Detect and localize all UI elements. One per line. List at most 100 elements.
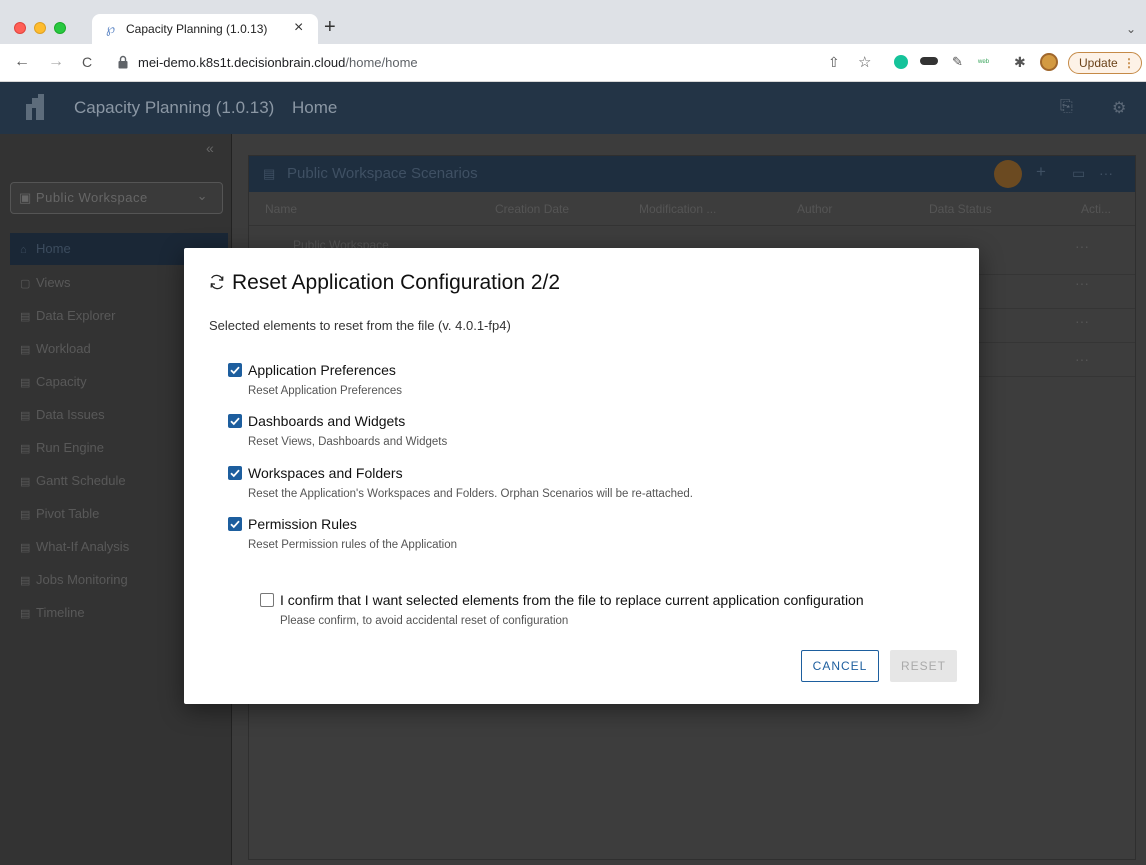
share-icon[interactable]: ⇧: [828, 54, 840, 71]
option-description: Reset Views, Dashboards and Widgets: [248, 436, 448, 448]
pen-extension-icon[interactable]: ✎: [952, 54, 963, 70]
app-title[interactable]: Capacity Planning (1.0.13): [74, 98, 274, 118]
column-header[interactable]: Modification ...: [639, 202, 716, 216]
browser-tab-active[interactable]: ℘ Capacity Planning (1.0.13) ×: [92, 14, 318, 44]
url-path: /home/home: [345, 55, 418, 70]
update-label: Update: [1079, 56, 1118, 70]
puzzle-extensions-icon[interactable]: ✱: [1014, 54, 1026, 71]
column-header[interactable]: Data Status: [929, 202, 992, 216]
column-header[interactable]: Author: [797, 202, 832, 216]
option-label[interactable]: Application Preferences: [248, 362, 396, 378]
option-description: Reset Permission rules of the Applicatio…: [248, 539, 458, 551]
browser-menu-icon: ⋮: [1123, 56, 1135, 70]
browser-tab-bar: ℘ Capacity Planning (1.0.13) × + ⌄: [0, 0, 1146, 44]
view-icon: ▤: [20, 476, 31, 488]
import-scenario-button[interactable]: [994, 160, 1022, 188]
checkbox-workspaces-and-folders[interactable]: [228, 466, 242, 480]
option-description: Reset Application Preferences: [248, 385, 403, 397]
tab-close-icon[interactable]: ×: [294, 19, 303, 37]
workspace-select[interactable]: ▣ Public Workspace ⌄: [10, 182, 223, 214]
incognito-extension-icon[interactable]: [920, 57, 938, 65]
confirm-description: Please confirm, to avoid accidental rese…: [280, 615, 569, 627]
update-button[interactable]: Update ⋮: [1068, 52, 1142, 74]
sidebar-item-label: Timeline: [36, 605, 85, 620]
sidebar-item-label: What-If Analysis: [36, 539, 130, 554]
row-actions-icon[interactable]: ···: [1075, 238, 1089, 254]
sidebar-item-label: Run Engine: [36, 440, 104, 455]
table-header: Name Creation Date Modification ... Auth…: [249, 192, 1135, 226]
row-actions-icon[interactable]: ···: [1075, 313, 1089, 329]
column-header[interactable]: Name: [265, 202, 297, 216]
panel-title: Public Workspace Scenarios: [287, 165, 478, 182]
sidebar-item-label: Capacity: [36, 374, 87, 389]
database-icon: ▤: [263, 166, 276, 181]
back-button[interactable]: ←: [14, 53, 30, 71]
view-icon: ▤: [20, 542, 31, 554]
browser-tab-title: Capacity Planning (1.0.13): [126, 22, 268, 36]
clipboard-icon[interactable]: ⎘: [1060, 98, 1073, 116]
views-icon: ▢: [20, 278, 31, 290]
option-label[interactable]: Workspaces and Folders: [248, 465, 403, 481]
tab-search-chevron-icon[interactable]: ⌄: [1126, 22, 1136, 36]
sidebar-item-label: Home: [36, 241, 71, 256]
settings-gear-icon[interactable]: ⚙: [1112, 98, 1126, 118]
sidebar-item-label: Data Issues: [36, 407, 105, 422]
dialog-title: Reset Application Configuration 2/2: [232, 271, 561, 294]
reset-button[interactable]: RESET: [890, 650, 957, 682]
new-tab-button[interactable]: +: [324, 17, 336, 37]
view-icon: ▤: [20, 377, 31, 389]
url-text: mei-demo.k8s1t.decisionbrain.cloud/home/…: [138, 55, 418, 70]
view-icon: ▤: [20, 410, 31, 422]
more-options-icon[interactable]: ···: [1099, 165, 1113, 181]
checkbox-application-preferences[interactable]: [228, 363, 242, 377]
option-label[interactable]: Dashboards and Widgets: [248, 413, 405, 429]
grammarly-extension-icon[interactable]: [894, 55, 908, 69]
home-icon: ⌂: [20, 244, 27, 256]
workspace-select-label: Public Workspace: [35, 190, 148, 205]
folder-icon[interactable]: ▭: [1072, 165, 1085, 182]
sidebar-item-label: Workload: [36, 341, 91, 356]
window-zoom-button[interactable]: [54, 22, 66, 34]
sidebar-item-label: Views: [36, 275, 71, 290]
app-header: Capacity Planning (1.0.13) Home ⎘ ⚙: [0, 82, 1146, 134]
column-header[interactable]: Acti...: [1081, 202, 1111, 216]
checkbox-dashboards-and-widgets[interactable]: [228, 414, 242, 428]
chevron-down-icon: ⌄: [196, 188, 208, 203]
option-description: Reset the Application's Workspaces and F…: [248, 488, 693, 500]
app-favicon-icon: ℘: [106, 21, 116, 36]
column-header[interactable]: Creation Date: [495, 202, 569, 216]
view-icon: ▤: [20, 608, 31, 620]
window-minimize-button[interactable]: [34, 22, 46, 34]
lock-icon: [118, 55, 128, 69]
row-actions-icon[interactable]: ···: [1075, 275, 1089, 291]
panel-header: ▤ Public Workspace Scenarios + ▭ ···: [249, 156, 1135, 192]
cancel-button[interactable]: CANCEL: [801, 650, 879, 682]
web-extension-icon[interactable]: ʷᵉᵇ: [978, 57, 989, 67]
app-logo-icon: [26, 94, 44, 120]
sidebar-item-label: Data Explorer: [36, 308, 116, 323]
address-bar[interactable]: mei-demo.k8s1t.decisionbrain.cloud/home/…: [108, 51, 884, 75]
row-actions-icon[interactable]: ···: [1075, 351, 1089, 367]
checkbox-permission-rules[interactable]: [228, 517, 242, 531]
collapse-sidebar-icon[interactable]: «: [206, 140, 214, 156]
confirm-checkbox[interactable]: [260, 593, 274, 607]
view-icon: ▤: [20, 344, 31, 356]
app-page-title: Home: [292, 98, 338, 117]
reset-config-dialog: Reset Application Configuration 2/2 Sele…: [184, 248, 979, 704]
profile-avatar[interactable]: [1040, 53, 1058, 71]
dialog-subtitle: Selected elements to reset from the file…: [209, 318, 511, 333]
view-icon: ▤: [20, 509, 31, 521]
reload-button[interactable]: C: [82, 54, 92, 70]
sidebar-item-label: Pivot Table: [36, 506, 100, 521]
confirm-label[interactable]: I confirm that I want selected elements …: [280, 592, 864, 608]
window-close-button[interactable]: [14, 22, 26, 34]
forward-button[interactable]: →: [48, 53, 64, 71]
view-icon: ▤: [20, 311, 31, 323]
add-icon[interactable]: +: [1036, 162, 1046, 182]
refresh-icon: [210, 274, 224, 290]
sidebar-item-label: Jobs Monitoring: [36, 572, 128, 587]
bookmark-star-icon[interactable]: ☆: [858, 53, 871, 71]
option-label[interactable]: Permission Rules: [248, 516, 357, 532]
view-icon: ▤: [20, 575, 31, 587]
sidebar-item-label: Gantt Schedule: [36, 473, 126, 488]
